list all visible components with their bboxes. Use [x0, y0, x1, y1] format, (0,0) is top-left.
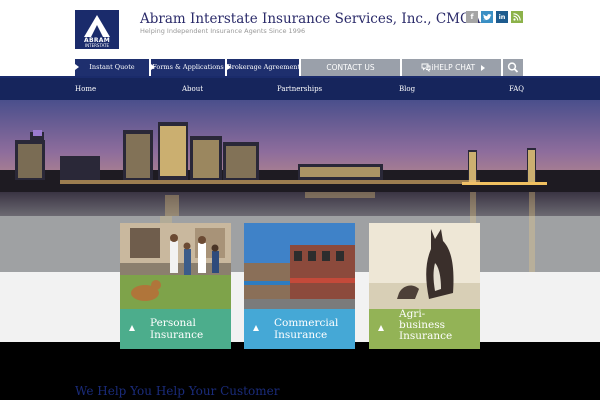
card-label-bar: Commercial Insurance [244, 309, 355, 349]
family-with-dog-image [120, 223, 231, 309]
horse-image [369, 223, 480, 309]
card-label-bar: Agri- business Insurance [369, 309, 480, 349]
help-chat-button[interactable]: iHELP CHAT [402, 59, 501, 76]
hero-city-skyline-image [0, 100, 600, 216]
logo-text-interstate: INTERSTATE [85, 43, 109, 48]
arrow-right-icon [227, 64, 231, 70]
nav-blog[interactable]: Blog [399, 78, 415, 100]
arrow-up-icon [378, 325, 384, 331]
arrow-right-icon [481, 65, 486, 71]
search-button[interactable] [503, 59, 523, 76]
search-icon [507, 62, 519, 73]
card-agribusiness-insurance[interactable]: Agri- business Insurance [369, 223, 480, 349]
rss-icon[interactable] [511, 11, 523, 23]
main-street-storefronts-image [244, 223, 355, 309]
arrow-up-icon [253, 325, 259, 331]
chat-icon [421, 63, 431, 72]
nav-partnerships[interactable]: Partnerships [277, 78, 322, 100]
card-personal-insurance[interactable]: Personal Insurance [120, 223, 231, 349]
nav-faq[interactable]: FAQ [509, 78, 524, 100]
brokerage-agreement-link[interactable]: Brokerage Agreement [227, 59, 300, 76]
company-name: Abram Interstate Insurance Services, Inc… [140, 11, 481, 27]
linkedin-icon[interactable]: in [496, 11, 508, 23]
arrow-right-icon [75, 64, 79, 70]
company-logo[interactable]: ABRAM INTERSTATE [75, 10, 119, 49]
contact-us-button[interactable]: CONTACT US [301, 59, 400, 76]
card-label-bar: Personal Insurance [120, 309, 231, 349]
tagline: Helping Independent Insurance Agents Sin… [140, 27, 306, 35]
arrow-up-icon [129, 325, 135, 331]
forms-applications-link[interactable]: Forms & Applications [151, 59, 225, 76]
main-navigation: Home About Partnerships Blog FAQ [0, 78, 600, 100]
card-commercial-insurance[interactable]: Commercial Insurance [244, 223, 355, 349]
nav-about[interactable]: About [182, 78, 203, 100]
nav-home[interactable]: Home [75, 78, 96, 100]
facebook-icon[interactable]: f [466, 11, 478, 23]
arrow-right-icon [151, 64, 155, 70]
twitter-icon[interactable] [481, 11, 493, 23]
instant-quote-link[interactable]: Instant Quote [75, 59, 149, 76]
section-heading: We Help You Help Your Customer [75, 384, 280, 398]
